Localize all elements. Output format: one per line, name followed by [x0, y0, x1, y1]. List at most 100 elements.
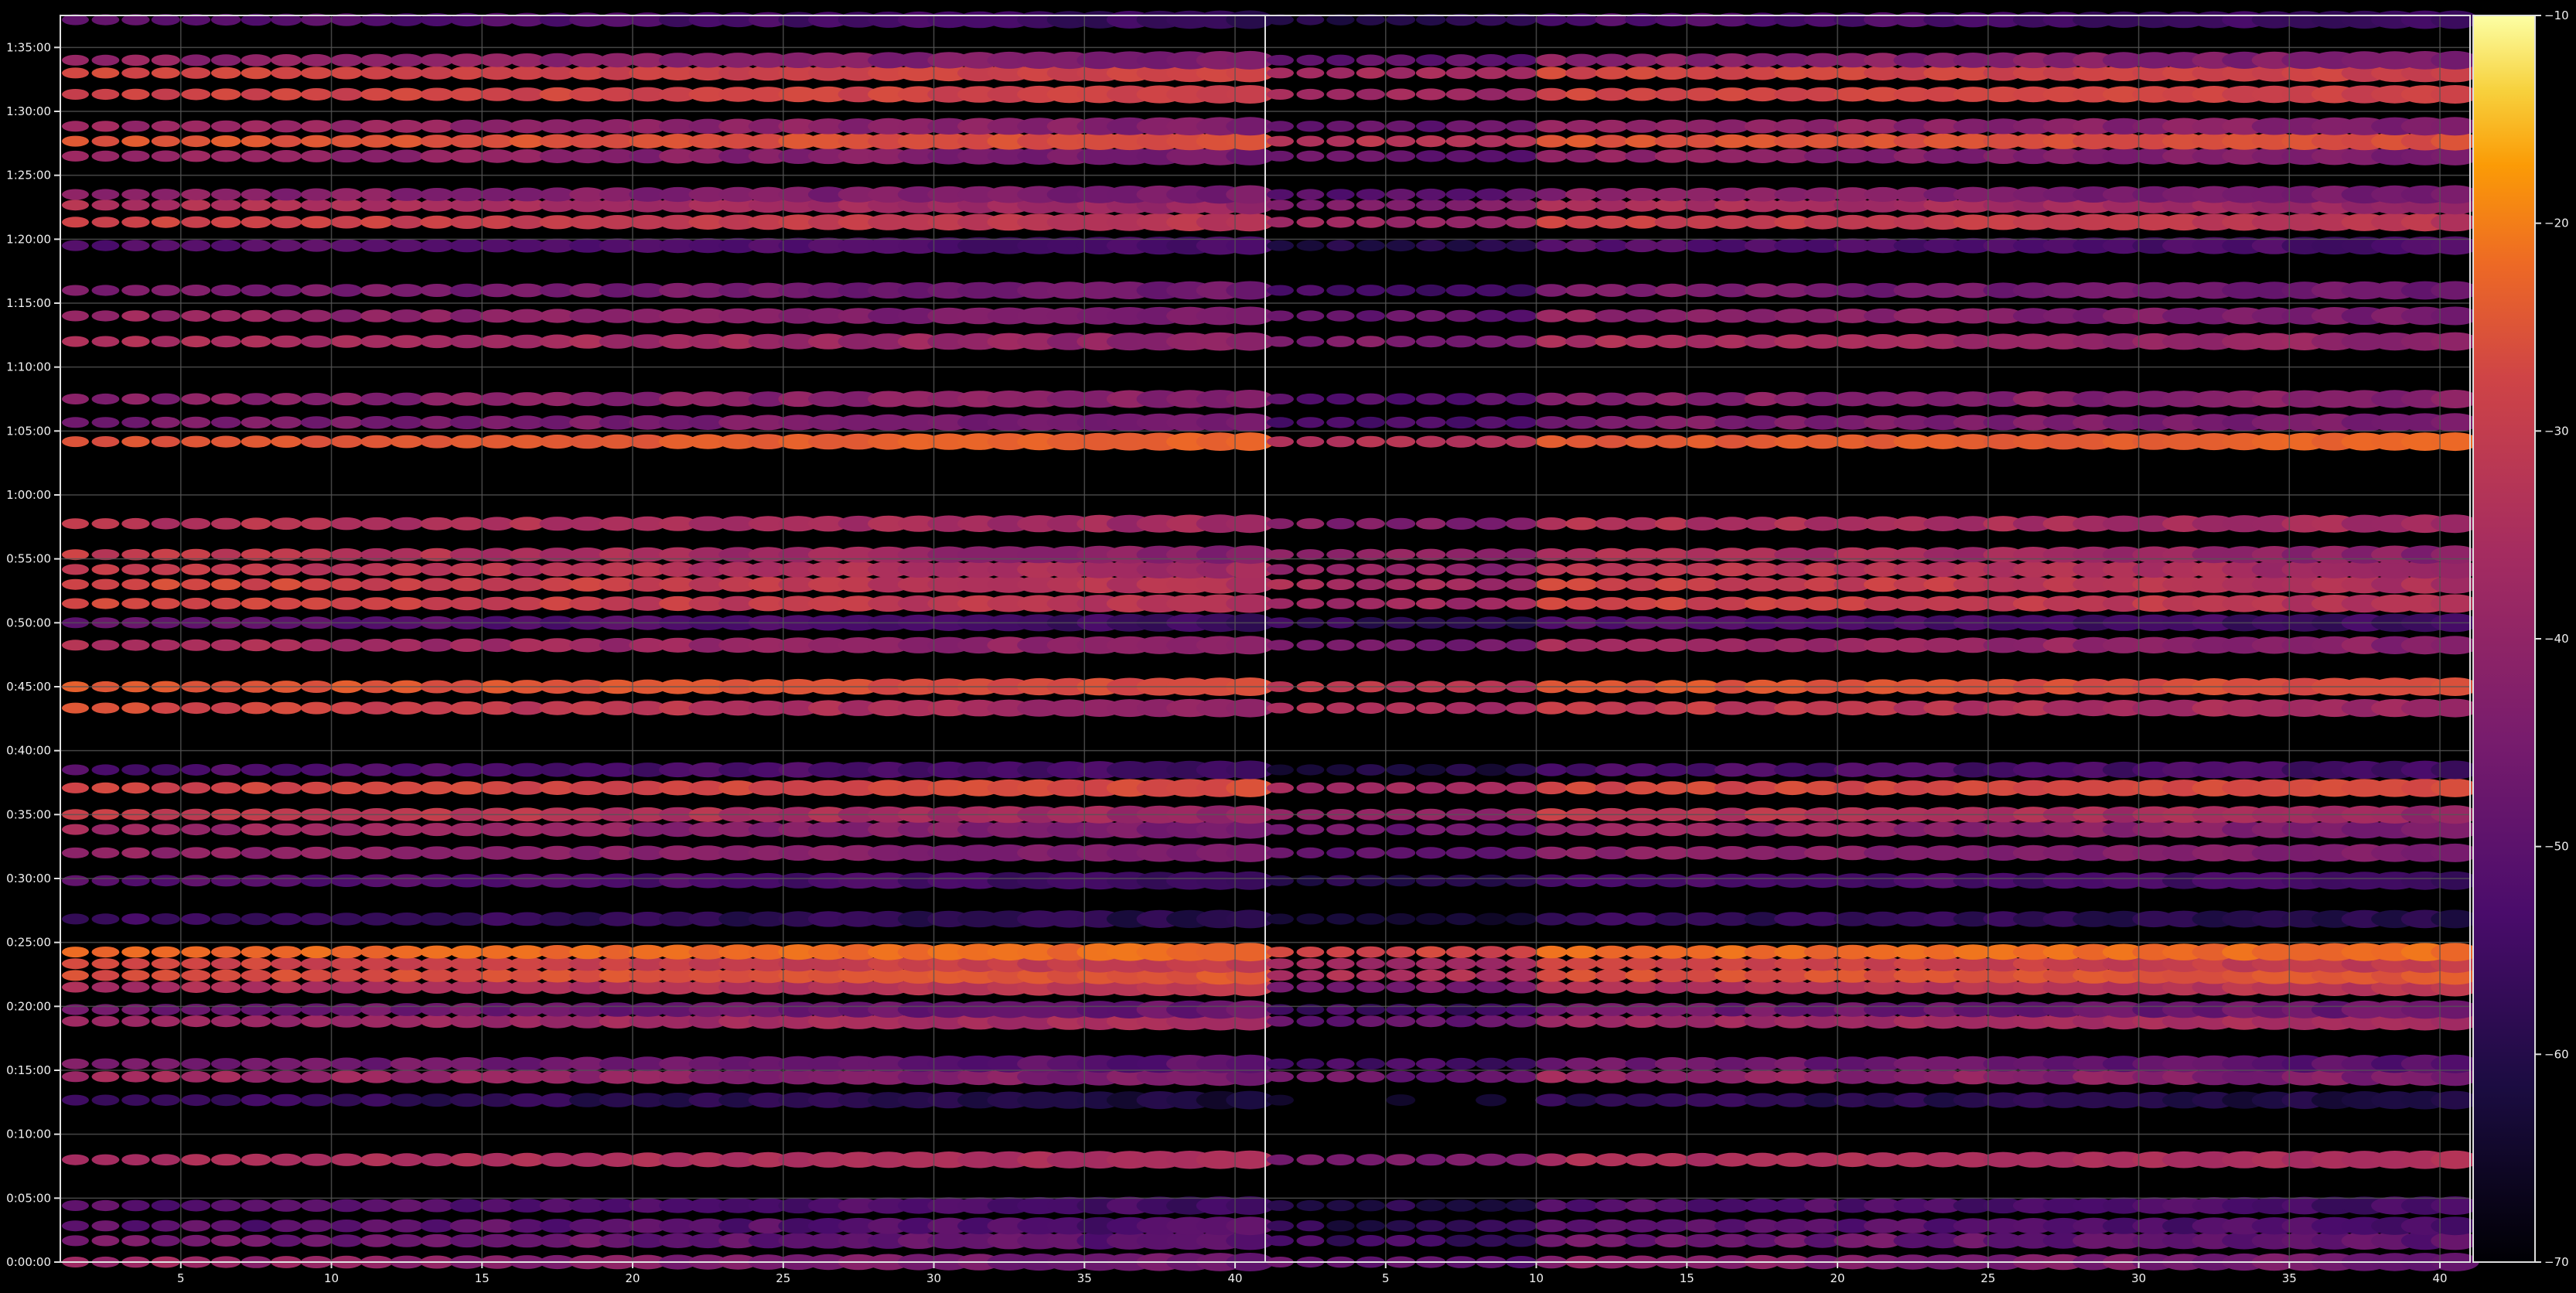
heatmap-cell	[1535, 135, 1568, 148]
heatmap-cell	[121, 1015, 150, 1027]
heatmap-cell	[479, 415, 515, 430]
heatmap-cell	[479, 87, 515, 101]
heatmap-cell	[449, 66, 484, 80]
heatmap-cell	[1386, 189, 1416, 200]
heatmap-cell	[1505, 149, 1537, 162]
heatmap-cell	[1684, 1199, 1720, 1213]
heatmap-cell	[1296, 1154, 1325, 1165]
heatmap-cell	[210, 639, 241, 651]
heatmap-cell	[479, 577, 515, 592]
heatmap-cell	[1296, 598, 1325, 609]
heatmap-cell	[271, 578, 302, 591]
heatmap-cell	[181, 310, 211, 322]
heatmap-cell	[91, 1004, 120, 1015]
heatmap-cell	[151, 702, 180, 714]
heatmap-cell	[121, 310, 150, 322]
heatmap-cell	[1565, 53, 1598, 67]
heatmap-cell	[1595, 435, 1629, 449]
heatmap-cell	[420, 945, 454, 959]
heatmap-cell	[1326, 913, 1355, 925]
heatmap-cell	[271, 874, 302, 887]
heatmap-cell	[360, 913, 393, 926]
heatmap-cell	[1625, 957, 1659, 971]
heatmap-cell	[1386, 847, 1416, 859]
heatmap-cell	[1684, 846, 1720, 860]
heatmap-cell	[1356, 875, 1385, 887]
heatmap-cell	[181, 946, 211, 958]
heatmap-cell	[390, 1234, 424, 1247]
y-tick-label: 1:10:00	[6, 360, 51, 374]
heatmap-cell	[2431, 943, 2479, 962]
heatmap-cell	[1654, 1002, 1689, 1017]
heatmap-cell	[330, 135, 363, 148]
heatmap-cell	[330, 639, 363, 652]
heatmap-cell	[91, 150, 120, 162]
heatmap-cell	[360, 53, 393, 67]
heatmap-cell	[1535, 823, 1568, 836]
heatmap-cell	[1565, 216, 1598, 229]
heatmap-cell	[1267, 824, 1294, 835]
heatmap-cell	[241, 188, 271, 201]
heatmap-cell	[1684, 435, 1720, 449]
heatmap-cell	[1296, 150, 1325, 162]
x-tick-label: 5	[1382, 1271, 1390, 1285]
heatmap-cell	[1415, 597, 1446, 610]
heatmap-cell	[1565, 957, 1598, 971]
heatmap-cell	[420, 578, 454, 592]
heatmap-cell	[241, 957, 271, 970]
heatmap-cell	[1505, 216, 1537, 229]
heatmap-cell	[390, 149, 424, 163]
heatmap-cell	[91, 702, 120, 714]
heatmap-cell	[1625, 1233, 1659, 1247]
heatmap-cell	[360, 309, 393, 322]
heatmap-cell	[330, 701, 363, 715]
heatmap-cell	[2431, 1196, 2479, 1215]
heatmap-cell	[1625, 781, 1659, 795]
heatmap-cell	[121, 336, 150, 347]
heatmap-cell	[420, 957, 454, 971]
heatmap-cell	[241, 393, 271, 405]
heatmap-cell	[1356, 88, 1385, 101]
heatmap-cell	[1326, 578, 1355, 590]
heatmap-cell	[300, 1199, 333, 1212]
heatmap-cell	[479, 596, 515, 611]
heatmap-cell	[121, 1071, 150, 1083]
heatmap-cell	[1267, 135, 1294, 147]
heatmap-cell	[210, 1154, 241, 1166]
heatmap-cell	[241, 216, 271, 229]
heatmap-cell	[1654, 66, 1689, 80]
heatmap-cell	[1654, 53, 1689, 67]
heatmap-cell	[449, 415, 484, 429]
heatmap-cell	[1595, 1234, 1629, 1247]
heatmap-cell	[1296, 875, 1325, 886]
heatmap-cell	[1267, 970, 1294, 981]
heatmap-cell	[1445, 1003, 1476, 1016]
heatmap-cell	[241, 875, 271, 887]
heatmap-cell	[449, 334, 484, 349]
heatmap-cell	[420, 874, 454, 888]
heatmap-cell	[1535, 1199, 1568, 1213]
heatmap-cell	[1505, 416, 1537, 429]
heatmap-cell	[1505, 874, 1537, 887]
heatmap-cell	[91, 285, 120, 296]
heatmap-cell	[1476, 874, 1507, 887]
heatmap-cell	[330, 1153, 363, 1166]
heatmap-cell	[91, 240, 120, 251]
heatmap-cell	[1505, 199, 1537, 212]
heatmap-cell	[390, 638, 424, 652]
heatmap-cell	[390, 1199, 424, 1213]
heatmap-cell	[420, 1233, 454, 1247]
heatmap-cell	[1535, 913, 1568, 926]
heatmap-cell	[121, 54, 150, 67]
heatmap-cell	[449, 309, 484, 323]
heatmap-cell	[1326, 150, 1355, 162]
heatmap-cell	[151, 1199, 180, 1212]
heatmap-cell	[181, 875, 211, 887]
heatmap-cell	[1595, 597, 1629, 610]
heatmap-cell	[300, 957, 333, 971]
heatmap-cell	[1267, 436, 1294, 448]
heatmap-cell	[1356, 393, 1385, 405]
heatmap-cell	[1565, 874, 1598, 888]
heatmap-cell	[2431, 306, 2479, 326]
heatmap-cell	[1445, 1153, 1476, 1166]
